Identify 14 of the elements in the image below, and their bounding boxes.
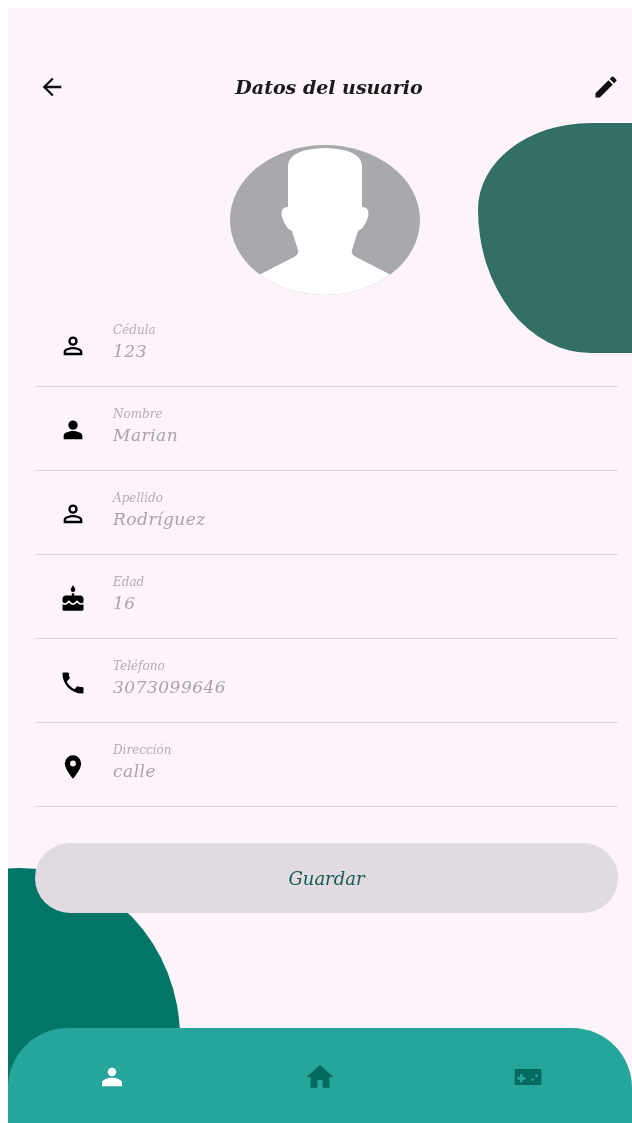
field-label: Teléfono xyxy=(113,658,166,673)
field-value[interactable]: Marian xyxy=(113,424,179,445)
screen-title: Datos del usuario xyxy=(235,76,423,98)
field-label: Apellido xyxy=(113,490,164,505)
field-value[interactable]: 3073099646 xyxy=(113,676,227,697)
field-label: Edad xyxy=(113,574,145,589)
field-label: Dirección xyxy=(113,742,172,757)
field-label: Nombre xyxy=(113,406,164,421)
field-value[interactable]: 123 xyxy=(113,340,156,361)
field-label: Cédula xyxy=(113,322,156,337)
field-value[interactable]: Rodríguez xyxy=(113,508,206,529)
field-value[interactable]: calle xyxy=(113,760,172,781)
save-button[interactable]: Guardar xyxy=(35,843,618,913)
field-value[interactable]: 16 xyxy=(113,592,145,613)
